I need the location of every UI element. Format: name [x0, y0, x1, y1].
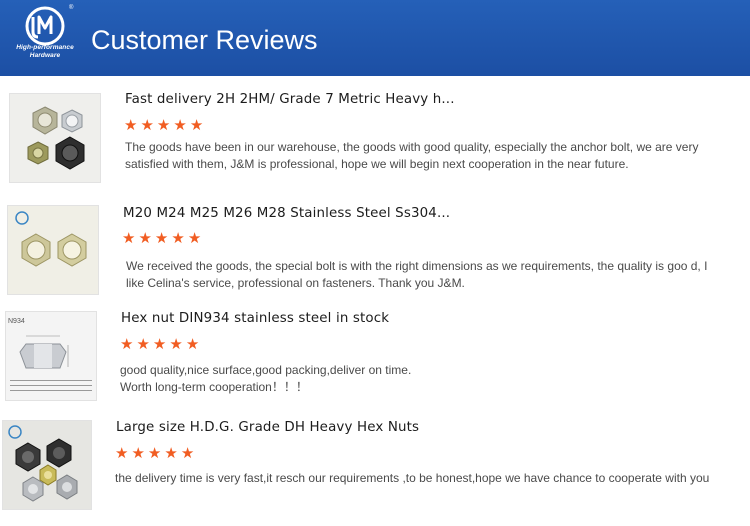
logo-tagline-line-1: High-performance [16, 44, 74, 51]
review-title[interactable]: Large size H.D.G. Grade DH Heavy Hex Nut… [116, 420, 419, 435]
star-rating: ★ ★ ★ ★ ★ [120, 337, 199, 352]
star-icon: ★ [180, 445, 195, 462]
page-header: ® High-performance Hardware Customer Rev… [0, 0, 750, 76]
star-icon: ★ [138, 230, 152, 247]
star-icon: ★ [122, 230, 136, 247]
star-rating: ★ ★ ★ ★ ★ [122, 231, 201, 246]
drawing-label: N934 [8, 318, 25, 325]
star-icon: ★ [187, 230, 202, 247]
logo-mark-icon [25, 6, 65, 46]
review-text-line: Worth long-term cooperation！！！ [120, 380, 308, 394]
star-icon: ★ [152, 336, 167, 353]
star-icon: ★ [115, 445, 129, 462]
review-title[interactable]: M20 M24 M25 M26 M28 Stainless Steel Ss30… [123, 206, 450, 221]
review-title[interactable]: Hex nut DIN934 stainless steel in stock [121, 311, 389, 326]
review-title[interactable]: Fast delivery 2H 2HM/ Grade 7 Metric Hea… [125, 92, 455, 107]
star-rating: ★ ★ ★ ★ ★ [124, 118, 203, 133]
page-title: Customer Reviews [91, 25, 318, 55]
review-product-image[interactable] [2, 420, 92, 510]
review-text: The goods have been in our warehouse, th… [125, 140, 699, 171]
review-product-image[interactable] [9, 93, 101, 183]
star-icon: ★ [131, 445, 145, 462]
star-icon: ★ [136, 336, 150, 353]
star-icon: ★ [173, 117, 187, 134]
star-icon: ★ [164, 445, 178, 462]
review-text: good quality,nice surface,good packing,d… [120, 362, 720, 396]
review-product-image[interactable] [7, 205, 99, 295]
star-icon: ★ [156, 117, 171, 134]
review-product-image[interactable]: N934 [5, 311, 97, 401]
star-icon: ★ [171, 230, 185, 247]
logo-tagline-line-2: Hardware [29, 52, 61, 59]
star-rating: ★ ★ ★ ★ ★ [115, 446, 194, 461]
star-icon: ★ [120, 336, 134, 353]
review-text: the delivery time is very fast,it resch … [115, 471, 710, 485]
company-logo[interactable]: ® High-performance Hardware [10, 5, 80, 72]
star-icon: ★ [169, 336, 183, 353]
star-icon: ★ [124, 117, 138, 134]
star-icon: ★ [185, 336, 200, 353]
star-icon: ★ [140, 117, 154, 134]
registered-mark: ® [69, 5, 74, 11]
review-text: We received the goods, the special bolt … [126, 259, 708, 290]
review-text-line: good quality,nice surface,good packing,d… [120, 363, 412, 377]
logo-tagline: High-performance Hardware [10, 44, 80, 60]
star-icon: ★ [147, 445, 162, 462]
star-icon: ★ [189, 117, 204, 134]
star-icon: ★ [154, 230, 169, 247]
